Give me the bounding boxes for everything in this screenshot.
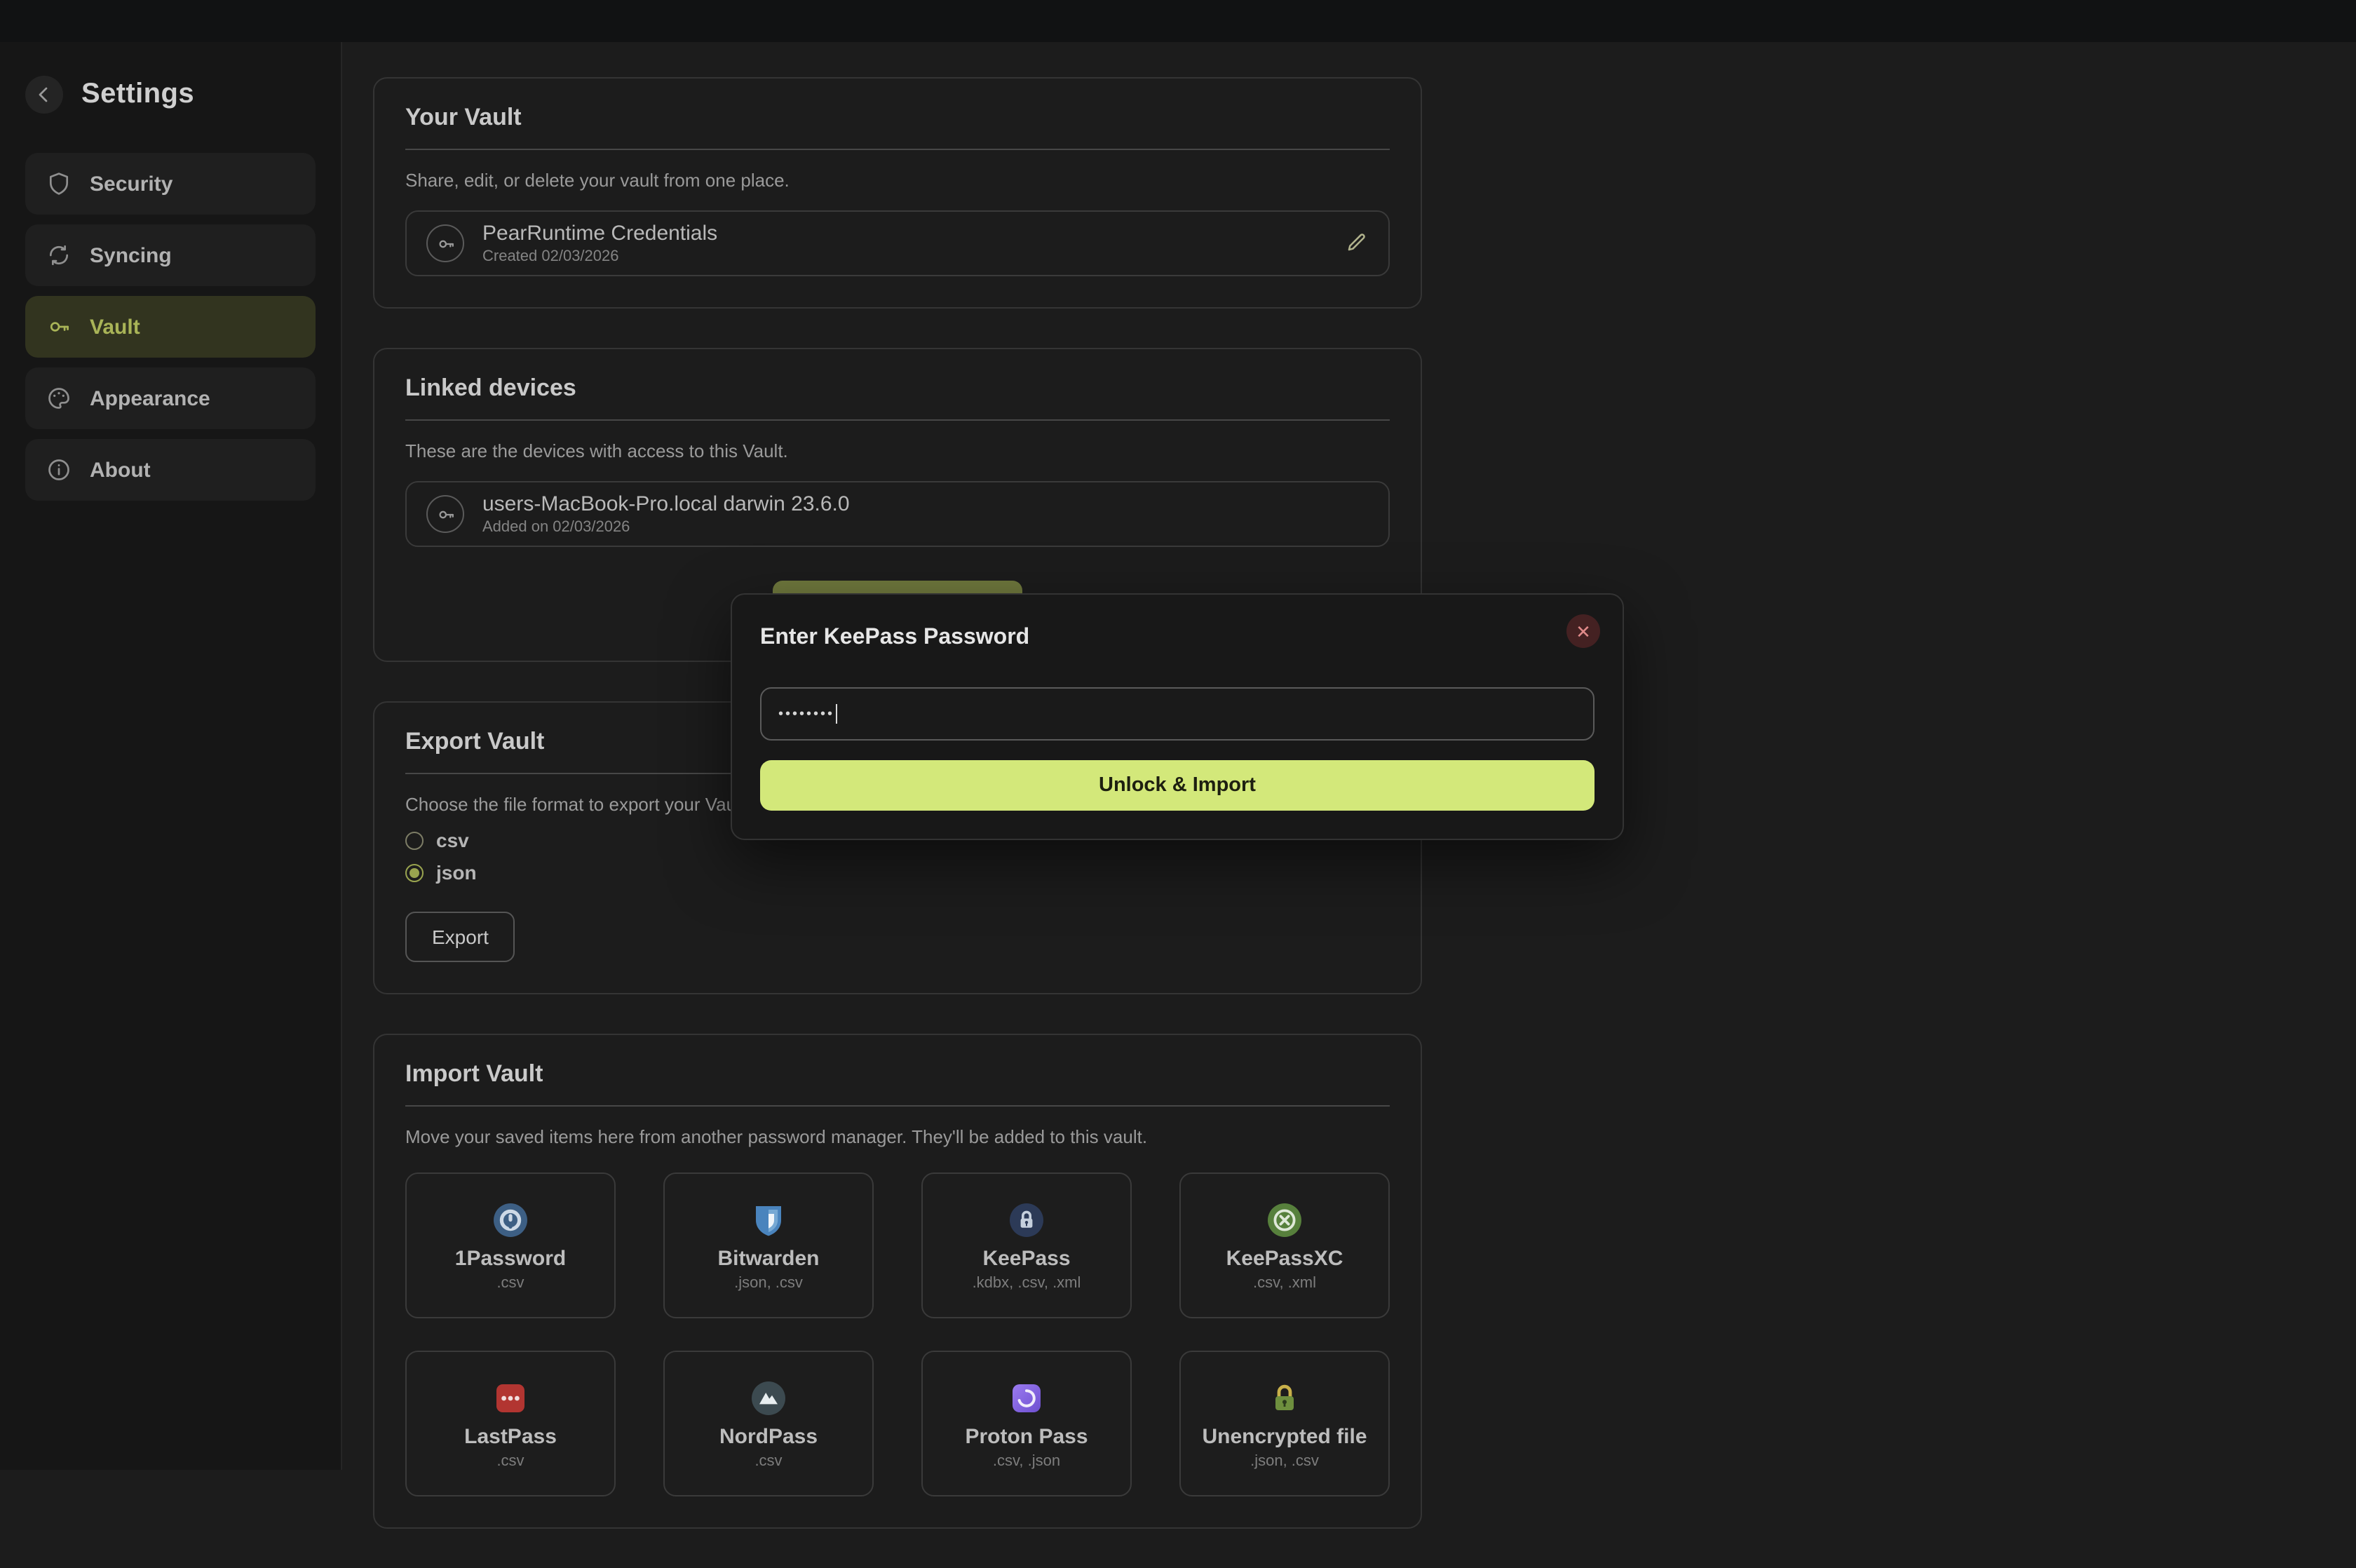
back-button[interactable]	[25, 76, 63, 114]
text-caret	[836, 704, 837, 724]
info-icon	[46, 457, 72, 482]
sidebar-item-label: Vault	[90, 315, 140, 339]
sidebar-item-label: About	[90, 458, 151, 482]
import-provider-keepass[interactable]: KeePass .kdbx, .csv, .xml	[921, 1172, 1132, 1318]
card-title: Your Vault	[405, 104, 1390, 132]
keepass-icon	[1008, 1200, 1045, 1239]
edit-vault-button[interactable]	[1345, 229, 1369, 257]
provider-name: Unencrypted file	[1202, 1424, 1367, 1448]
import-provider-nordpass[interactable]: NordPass .csv	[663, 1351, 874, 1496]
divider	[405, 1105, 1390, 1107]
provider-formats: .csv	[754, 1452, 782, 1469]
sidebar-item-about[interactable]: About	[25, 439, 316, 501]
provider-name: 1Password	[455, 1246, 566, 1270]
radio-label: csv	[436, 829, 469, 851]
radio-unchecked-icon	[405, 831, 424, 849]
card-description: These are the devices with access to thi…	[405, 440, 1390, 461]
bitwarden-icon	[750, 1200, 787, 1239]
provider-formats: .kdbx, .csv, .xml	[973, 1274, 1081, 1291]
keepass-password-modal: Enter KeePass Password ✕ •••••••• Unlock…	[731, 593, 1624, 840]
import-provider-bitwarden[interactable]: Bitwarden .json, .csv	[663, 1172, 874, 1318]
sidebar-item-vault[interactable]: Vault	[25, 296, 316, 358]
device-item-text: users-MacBook-Pro.local darwin 23.6.0 Ad…	[482, 492, 850, 536]
provider-formats: .csv, .xml	[1253, 1274, 1316, 1291]
card-description: Share, edit, or delete your vault from o…	[405, 170, 1390, 191]
arrow-left-icon	[34, 84, 55, 105]
close-icon[interactable]: ✕	[1566, 614, 1600, 648]
radio-option-json[interactable]: json	[405, 861, 477, 884]
protonpass-icon	[1008, 1378, 1045, 1417]
device-meta: Added on 02/03/2026	[482, 519, 850, 536]
window-titlebar	[0, 0, 2356, 42]
vault-meta: Created 02/03/2026	[482, 248, 717, 265]
sidebar-item-syncing[interactable]: Syncing	[25, 224, 316, 286]
provider-name: Bitwarden	[717, 1246, 819, 1270]
lastpass-icon	[492, 1378, 529, 1417]
card-title: Import Vault	[405, 1060, 1390, 1088]
import-provider-unencrypted-file[interactable]: Unencrypted file .json, .csv	[1179, 1351, 1390, 1496]
unlock-import-button[interactable]: Unlock & Import	[760, 760, 1595, 811]
shield-icon	[46, 171, 72, 196]
vault-name: PearRuntime Credentials	[482, 222, 717, 245]
provider-formats: .json, .csv	[734, 1274, 803, 1291]
import-vault-card: Import Vault Move your saved items here …	[373, 1034, 1422, 1529]
modal-title: Enter KeePass Password	[760, 626, 1595, 651]
nordpass-icon	[750, 1378, 787, 1417]
import-provider-protonpass[interactable]: Proton Pass .csv, .json	[921, 1351, 1132, 1496]
radio-option-csv[interactable]: csv	[405, 829, 469, 851]
unencrypted-file-icon	[1266, 1378, 1303, 1417]
sidebar-item-security[interactable]: Security	[25, 153, 316, 215]
device-list-item[interactable]: users-MacBook-Pro.local darwin 23.6.0 Ad…	[405, 481, 1390, 547]
your-vault-card: Your Vault Share, edit, or delete your v…	[373, 77, 1422, 309]
import-provider-1password[interactable]: 1Password .csv	[405, 1172, 616, 1318]
card-title: Linked devices	[405, 374, 1390, 403]
vault-list-item[interactable]: PearRuntime Credentials Created 02/03/20…	[405, 210, 1390, 276]
sidebar-item-appearance[interactable]: Appearance	[25, 367, 316, 429]
divider	[405, 419, 1390, 421]
password-dots: ••••••••	[778, 706, 834, 722]
sidebar-item-label: Security	[90, 172, 172, 196]
keepassxc-icon	[1266, 1200, 1303, 1239]
app-window: Settings Security Syncing Vault Appearan…	[0, 0, 2356, 1470]
sidebar-item-label: Appearance	[90, 386, 210, 410]
provider-name: KeePassXC	[1226, 1246, 1343, 1270]
device-name: users-MacBook-Pro.local darwin 23.6.0	[482, 492, 850, 516]
pencil-icon	[1345, 229, 1369, 253]
sidebar-menu: Security Syncing Vault Appearance About	[25, 153, 316, 501]
export-button[interactable]: Export	[405, 912, 515, 962]
radio-label: json	[436, 861, 477, 884]
provider-formats: .json, .csv	[1250, 1452, 1319, 1469]
sidebar: Settings Security Syncing Vault Appearan…	[0, 42, 342, 1470]
import-provider-grid: 1Password .csv Bitwarden .json, .csv Kee…	[405, 1172, 1390, 1496]
provider-formats: .csv	[496, 1452, 524, 1469]
sidebar-item-label: Syncing	[90, 243, 172, 267]
provider-name: NordPass	[719, 1424, 818, 1448]
import-provider-keepassxc[interactable]: KeePassXC .csv, .xml	[1179, 1172, 1390, 1318]
divider	[405, 149, 1390, 150]
provider-name: KeePass	[982, 1246, 1070, 1270]
sidebar-header: Settings	[25, 76, 316, 114]
sync-icon	[46, 243, 72, 268]
card-description: Move your saved items here from another …	[405, 1126, 1390, 1147]
palette-icon	[46, 386, 72, 411]
provider-name: Proton Pass	[965, 1424, 1088, 1448]
provider-formats: .csv, .json	[993, 1452, 1060, 1469]
vault-item-text: PearRuntime Credentials Created 02/03/20…	[482, 222, 717, 265]
import-provider-lastpass[interactable]: LastPass .csv	[405, 1351, 616, 1496]
key-icon	[46, 314, 72, 339]
provider-name: LastPass	[464, 1424, 557, 1448]
onepassword-icon	[492, 1200, 529, 1239]
key-icon	[426, 224, 464, 262]
page-title: Settings	[81, 79, 194, 111]
key-icon	[426, 495, 464, 533]
password-input[interactable]: ••••••••	[760, 687, 1595, 741]
provider-formats: .csv	[496, 1274, 524, 1291]
radio-checked-icon	[405, 863, 424, 881]
